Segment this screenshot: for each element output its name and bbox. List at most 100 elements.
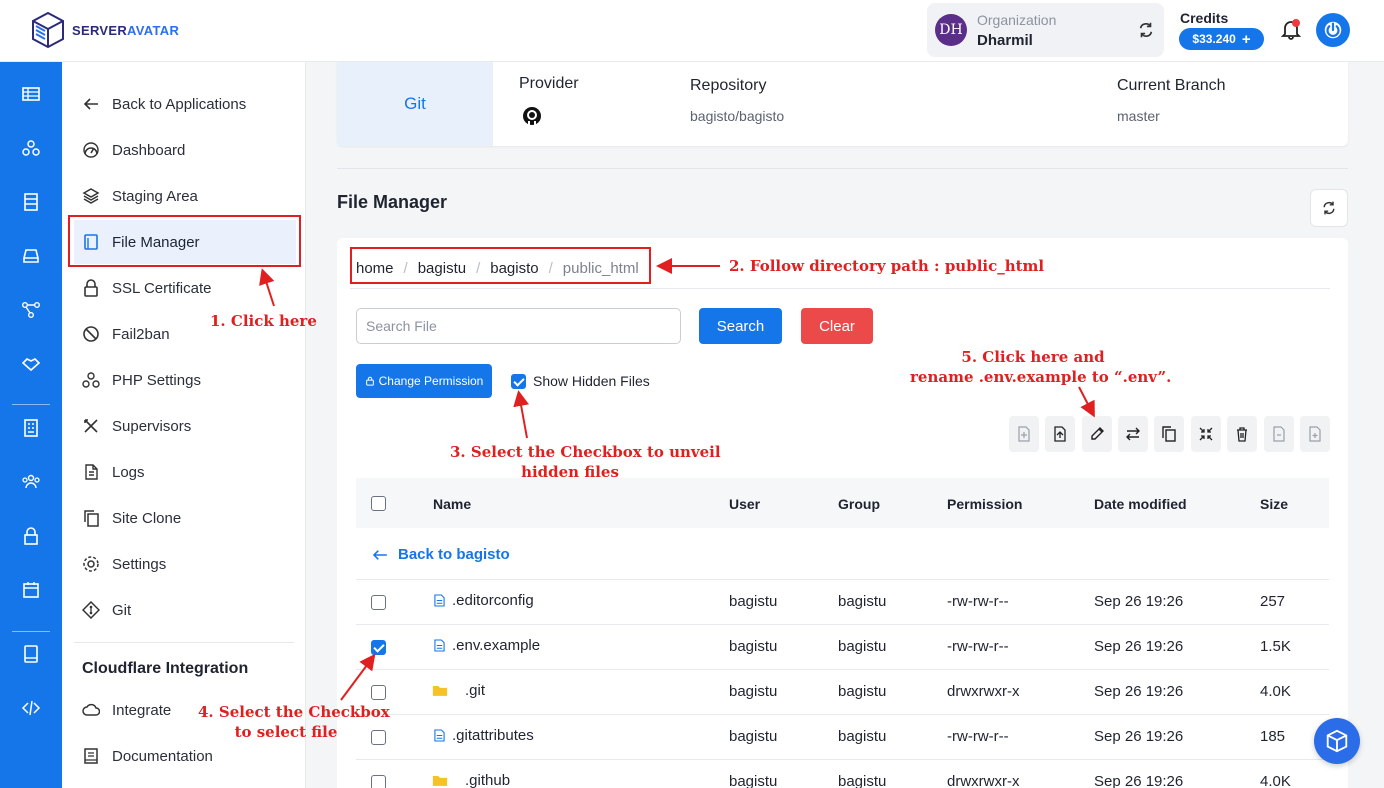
copy-button[interactable] <box>1154 416 1184 452</box>
network-icon[interactable] <box>21 138 41 158</box>
sidebar-item-settings[interactable]: Settings <box>74 542 296 586</box>
row-checkbox[interactable] <box>371 595 386 610</box>
sidebar-item-logs[interactable]: Logs <box>74 450 296 494</box>
column-group[interactable]: Group <box>838 496 880 512</box>
user-menu-button[interactable] <box>1316 13 1350 47</box>
column-permission[interactable]: Permission <box>947 496 1022 512</box>
handshake-icon[interactable] <box>21 354 41 374</box>
row-checkbox[interactable] <box>371 640 386 655</box>
show-hidden-files-checkbox[interactable] <box>511 374 526 389</box>
sidebar-item-staging-area[interactable]: Staging Area <box>74 174 296 218</box>
file-date-cell: Sep 26 19:26 <box>1094 773 1184 788</box>
refresh-icon <box>1323 201 1335 215</box>
log-icon <box>85 464 98 480</box>
servers-icon[interactable] <box>21 192 41 212</box>
move-button[interactable] <box>1118 416 1148 452</box>
back-to-parent-link[interactable]: Back to bagisto <box>372 546 510 563</box>
column-user[interactable]: User <box>729 496 760 512</box>
file-size-cell: 4.0K <box>1260 683 1291 700</box>
serveravatar-logo[interactable]: SERVERAVATAR <box>30 11 179 49</box>
file-date-cell: Sep 26 19:26 <box>1094 728 1184 745</box>
book-icon[interactable] <box>21 644 41 664</box>
sidebar-item-dashboard[interactable]: Dashboard <box>74 128 296 172</box>
file-perm-cell: drwxrwxr-x <box>947 773 1020 788</box>
file-group-cell: bagistu <box>838 683 887 700</box>
file-date-cell: Sep 26 19:26 <box>1094 683 1184 700</box>
calendar-icon[interactable] <box>21 580 41 600</box>
arrow-left-icon <box>372 549 387 560</box>
file-user-cell: bagistu <box>729 728 778 745</box>
file-name-cell[interactable]: .git <box>432 682 485 699</box>
file-name: .editorconfig <box>452 592 534 609</box>
upload-icon <box>1054 426 1066 442</box>
sidebar-item-php-settings[interactable]: PHP Settings <box>74 358 296 402</box>
file-size-cell: 185 <box>1260 728 1286 745</box>
organization-switcher[interactable]: DH Organization Dharmil <box>927 3 1164 57</box>
sidebar-item-git[interactable]: Git <box>74 588 296 632</box>
sidebar-item-supervisors[interactable]: Supervisors <box>74 404 296 448</box>
change-permission-button[interactable]: Change Permission <box>356 364 492 398</box>
lock-icon <box>365 376 374 386</box>
team-icon[interactable] <box>21 472 41 492</box>
git-tab[interactable]: Git <box>337 62 493 146</box>
git-icon <box>82 601 100 619</box>
add-credits-button[interactable]: $33.240 + <box>1179 28 1264 50</box>
layers-icon <box>82 188 100 204</box>
git-flow-icon[interactable] <box>21 300 41 320</box>
row-checkbox[interactable] <box>371 685 386 700</box>
apps-icon[interactable] <box>21 84 41 104</box>
edit-button[interactable] <box>1082 416 1112 452</box>
search-button[interactable]: Search <box>699 308 782 344</box>
search-file-input[interactable] <box>356 308 681 344</box>
file-date-cell: Sep 26 19:26 <box>1094 638 1184 655</box>
extract-button[interactable] <box>1264 416 1294 452</box>
extract-icon <box>1273 426 1285 442</box>
sidebar-item-ssl-certificate[interactable]: SSL Certificate <box>74 266 296 310</box>
delete-button[interactable] <box>1227 416 1257 452</box>
section-divider <box>337 168 1348 169</box>
sidebar-item-label: Git <box>112 601 132 619</box>
column-date-modified[interactable]: Date modified <box>1094 496 1187 512</box>
compress-icon <box>1199 427 1213 441</box>
branch-value: master <box>1117 108 1160 124</box>
file-name: .gitattributes <box>452 727 534 744</box>
sidebar-item-label: Settings <box>112 555 167 573</box>
annotation-step-4: 4. Select the Checkbox to select file <box>198 702 390 742</box>
compress-button[interactable] <box>1191 416 1221 452</box>
storage-icon[interactable] <box>21 246 41 266</box>
file-name-cell[interactable]: .gitattributes <box>434 727 534 744</box>
clear-button[interactable]: Clear <box>801 308 873 344</box>
show-hidden-files-label: Show Hidden Files <box>533 373 650 389</box>
logo-cube-icon <box>32 11 64 49</box>
sidebar-item-back-to-applications[interactable]: Back to Applications <box>74 82 296 126</box>
annotation-step-5: 5. Click here and rename .env.example to… <box>910 347 1171 387</box>
new-folder-button[interactable] <box>1300 416 1330 452</box>
select-all-checkbox[interactable] <box>371 496 386 511</box>
clone-icon <box>84 510 99 527</box>
git-info-card: Git Provider Repository bagisto/bagisto … <box>337 62 1348 146</box>
back-link-label: Back to bagisto <box>398 546 510 563</box>
file-name-cell[interactable]: .env.example <box>434 637 540 654</box>
sidebar-item-label: PHP Settings <box>112 371 201 389</box>
sidebar-item-site-clone[interactable]: Site Clone <box>74 496 296 540</box>
switch-org-icon[interactable] <box>1137 21 1155 39</box>
annotation-step-5-line1: 5. Click here and <box>961 348 1105 366</box>
support-chat-button[interactable] <box>1314 718 1360 764</box>
new-file-button[interactable] <box>1009 416 1039 452</box>
gear-icon <box>83 556 99 572</box>
refresh-button[interactable] <box>1310 189 1348 227</box>
file-name-cell[interactable]: .github <box>432 772 510 788</box>
repository-value: bagisto/bagisto <box>690 108 785 124</box>
annotation-step-3: 3. Select the Checkbox to unveil hidden … <box>450 442 721 482</box>
column-name[interactable]: Name <box>433 496 471 512</box>
upload-button[interactable] <box>1045 416 1075 452</box>
row-checkbox[interactable] <box>371 775 386 788</box>
column-size[interactable]: Size <box>1260 496 1288 512</box>
plus-icon: + <box>1241 30 1251 48</box>
lock-icon[interactable] <box>21 526 41 546</box>
sidebar-item-label: Integrate <box>112 701 172 719</box>
file-name-cell[interactable]: .editorconfig <box>434 592 534 609</box>
rail-divider <box>12 404 50 405</box>
code-icon[interactable] <box>21 698 41 718</box>
building-icon[interactable] <box>21 418 41 438</box>
